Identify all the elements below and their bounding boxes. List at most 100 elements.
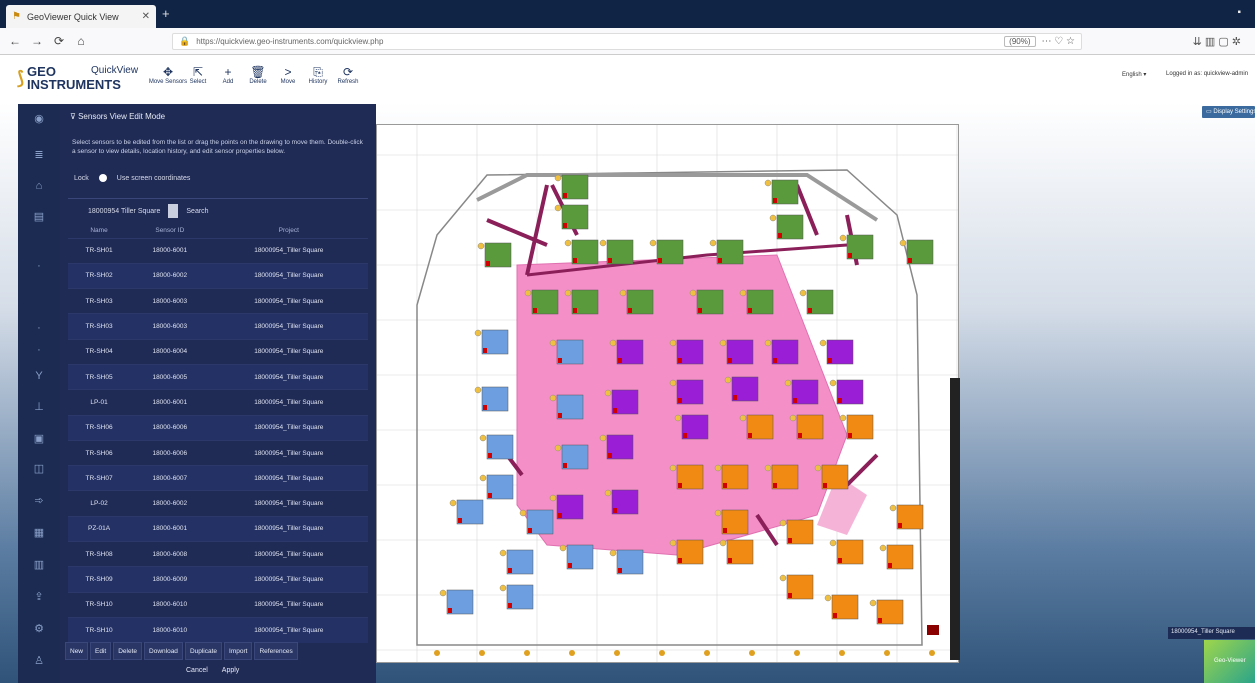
survey-point-marker [769, 214, 777, 222]
table-row[interactable]: TR-SH07 18000-6007 18000954_Tiller Square [68, 465, 368, 491]
browser-tab[interactable]: ⚑ GeoViewer Quick View ✕ [6, 5, 156, 28]
sensor-status-dot [888, 563, 892, 568]
floor-plan-svg[interactable] [377, 125, 959, 663]
import-button[interactable]: Import [224, 642, 253, 660]
sensor-status-dot [808, 308, 812, 313]
table-row[interactable]: TR-SH05 18000-6005 18000954_Tiller Square [68, 363, 368, 390]
sensor-status-dot [618, 568, 622, 573]
survey-point-marker [799, 289, 807, 297]
table-row[interactable]: PZ-01A 18000-6001 18000954_Tiller Square [68, 515, 368, 542]
zoom-level[interactable]: (90%) [1004, 36, 1036, 47]
back-icon[interactable]: ← [8, 34, 22, 48]
edit-button[interactable]: Edit [90, 642, 112, 660]
refresh-button[interactable]: ⟳ Refresh [335, 65, 361, 85]
table-row[interactable]: TR-SH10 18000-6010 18000954_Tiller Square [68, 616, 368, 643]
drawing-scroll-edge [950, 378, 960, 660]
table-row[interactable]: TR-SH08 18000-6008 18000954_Tiller Square [68, 541, 368, 567]
search-link[interactable]: Search [186, 208, 208, 215]
close-tab-icon[interactable]: ✕ [142, 11, 150, 22]
browser-toolbar-icons[interactable]: ⇊ ▥ ▢ ✲ [1193, 35, 1241, 48]
dot-icon[interactable]: · [18, 322, 60, 334]
reload-icon[interactable]: ⟳ [52, 34, 66, 48]
move-sensors-button[interactable]: ✥ Move Sensors [149, 65, 187, 85]
delete-button[interactable]: 🗑 Delete [245, 65, 271, 85]
home-icon[interactable]: ⌂ [74, 34, 88, 48]
gear-icon[interactable]: ⚙ [18, 622, 60, 635]
download-button[interactable]: Download [144, 642, 183, 660]
window-control-icon[interactable]: ▪ [1237, 7, 1241, 18]
references-button[interactable]: References [254, 642, 298, 660]
table-row[interactable]: LP-01 18000-6001 18000954_Tiller Square [68, 389, 368, 416]
dot-icon[interactable]: · [18, 344, 60, 356]
layers-icon[interactable]: ≣ [18, 148, 60, 161]
column-header[interactable]: Project [210, 224, 368, 238]
chart-icon[interactable]: ◫ [18, 462, 60, 475]
new-tab-button[interactable]: + [162, 6, 170, 21]
survey-point-marker [824, 594, 832, 602]
table-row[interactable]: TR-SH03 18000-6003 18000954_Tiller Square [68, 313, 368, 340]
project-select[interactable] [168, 204, 179, 218]
cell-name: TR-SH07 [68, 465, 131, 491]
survey-point-marker [549, 339, 557, 347]
display-settings-button[interactable]: ▭ Display Settings [1202, 106, 1255, 118]
table-icon[interactable]: ▣ [18, 432, 60, 445]
cell-name: TR-SH10 [68, 591, 131, 618]
dot-icon[interactable]: · [18, 260, 60, 272]
table-row[interactable]: TR-SH09 18000-6009 18000954_Tiller Square [68, 566, 368, 593]
cell-name: TR-SH01 [68, 237, 131, 264]
upload-icon[interactable]: ⇪ [18, 590, 60, 603]
move-button[interactable]: > Move [275, 65, 301, 85]
user-icon[interactable]: ♙ [18, 654, 60, 667]
grid-icon[interactable]: ▤ [18, 210, 60, 223]
map-icon[interactable]: ⌂ [18, 180, 60, 192]
table-row[interactable]: TR-SH06 18000-6006 18000954_Tiller Square [68, 439, 368, 466]
select-button[interactable]: ⇱ Select [185, 65, 211, 85]
survey-point-marker [524, 289, 532, 297]
browser-tab-strip: ⚑ GeoViewer Quick View ✕ + ▪ [0, 0, 1255, 28]
table-row[interactable]: LP-02 18000-6002 18000954_Tiller Square [68, 490, 368, 517]
lock-toggle[interactable] [98, 174, 107, 182]
duplicate-button[interactable]: Duplicate [184, 642, 223, 660]
toolbar-label: Delete [249, 79, 267, 85]
add-button[interactable]: + Add [215, 65, 241, 85]
plus-icon: + [224, 65, 232, 79]
survey-point-marker [519, 509, 527, 517]
table-row[interactable]: TR-SH10 18000-6010 18000954_Tiller Square [68, 591, 368, 618]
apply-button[interactable]: Apply [222, 667, 240, 674]
document-icon[interactable]: ▥ [18, 558, 60, 571]
table-row[interactable]: TR-SH06 18000-6006 18000954_Tiller Square [68, 414, 368, 441]
geo-instruments-logo: ⟆ GEO INSTRUMENTS QuickView [17, 65, 138, 91]
arrow-icon[interactable]: ➾ [18, 494, 60, 507]
history-button[interactable]: ⎘ History [305, 65, 331, 85]
table-row[interactable]: TR-SH04 18000-6004 18000954_Tiller Square [68, 338, 368, 365]
eye-icon[interactable]: ◉ [18, 112, 60, 125]
column-header[interactable]: Name [68, 224, 130, 238]
sensor-status-dot [508, 568, 512, 573]
column-header[interactable]: Sensor ID [130, 224, 210, 238]
table-row[interactable]: TR-SH02 18000-6002 18000954_Tiller Square [68, 262, 368, 289]
geo-viewer-badge[interactable]: Geo-Viewer [1204, 640, 1255, 683]
sensor-status-dot [678, 358, 682, 363]
table-row[interactable]: TR-SH01 18000-6001 18000954_Tiller Square [68, 237, 368, 264]
floor-plan-drawing[interactable] [376, 124, 959, 663]
delete-button[interactable]: Delete [113, 642, 143, 660]
new-button[interactable]: New [65, 642, 89, 660]
language-select[interactable]: English ▾ [1122, 71, 1146, 78]
url-text[interactable]: https://quickview.geo-instruments.com/qu… [196, 37, 998, 46]
url-actions-icon[interactable]: ⋯ ♡ ☆ [1042, 36, 1076, 47]
cell-sensor-id: 18000-6002 [130, 490, 210, 517]
filter-icon[interactable]: Y [18, 370, 60, 382]
survey-point-marker [764, 339, 772, 347]
cell-project: 18000954_Tiller Square [209, 262, 368, 289]
sensor-icon[interactable]: ⊥ [18, 400, 60, 413]
sensor-status-dot [793, 398, 797, 403]
survey-point-marker [714, 509, 722, 517]
address-bar[interactable]: 🔒 https://quickview.geo-instruments.com/… [172, 33, 1082, 50]
table-row[interactable]: TR-SH03 18000-6003 18000954_Tiller Square [68, 288, 368, 314]
grid-marker [794, 650, 800, 656]
forward-icon[interactable]: → [30, 34, 44, 48]
building-icon[interactable]: ▦ [18, 526, 60, 539]
cancel-button[interactable]: Cancel [186, 667, 208, 674]
survey-point-marker [829, 379, 837, 387]
cell-sensor-id: 18000-6009 [130, 566, 210, 593]
